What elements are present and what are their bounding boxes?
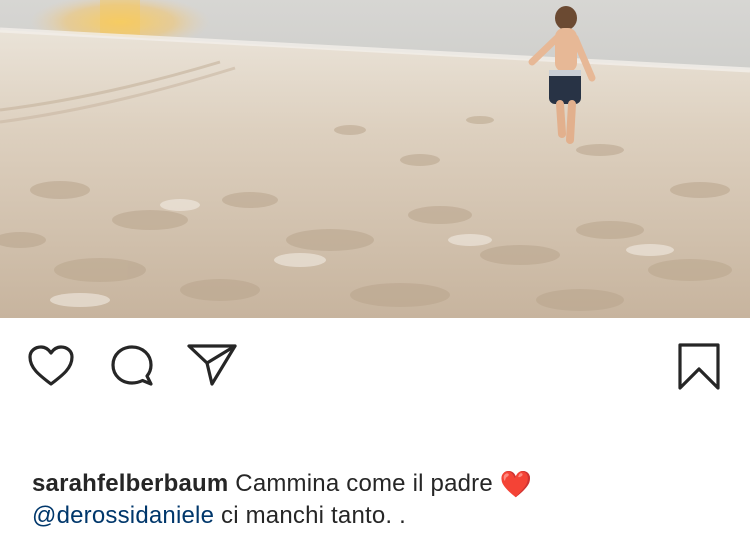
red-heart-emoji: ❤️ — [499, 469, 533, 499]
caption-mention[interactable]: @derossidaniele — [32, 502, 214, 529]
comment-bubble-icon[interactable] — [107, 343, 157, 391]
bookmark-icon[interactable] — [676, 342, 722, 392]
caption-text: Cammina come il padre — [235, 470, 493, 497]
caption-username[interactable]: sarahfelberbaum — [32, 470, 228, 497]
instagram-post: sarahfelberbaum Cammina come il padre ❤️… — [0, 0, 750, 534]
caption-continuation: ci manchi tanto. . — [221, 502, 407, 529]
heart-outline-icon[interactable] — [27, 344, 75, 388]
beach-photo — [0, 0, 750, 318]
post-action-bar — [0, 318, 750, 418]
post-photo[interactable] — [0, 0, 750, 318]
post-caption: sarahfelberbaum Cammina come il padre ❤️… — [32, 468, 732, 532]
paper-plane-icon[interactable] — [186, 342, 238, 388]
